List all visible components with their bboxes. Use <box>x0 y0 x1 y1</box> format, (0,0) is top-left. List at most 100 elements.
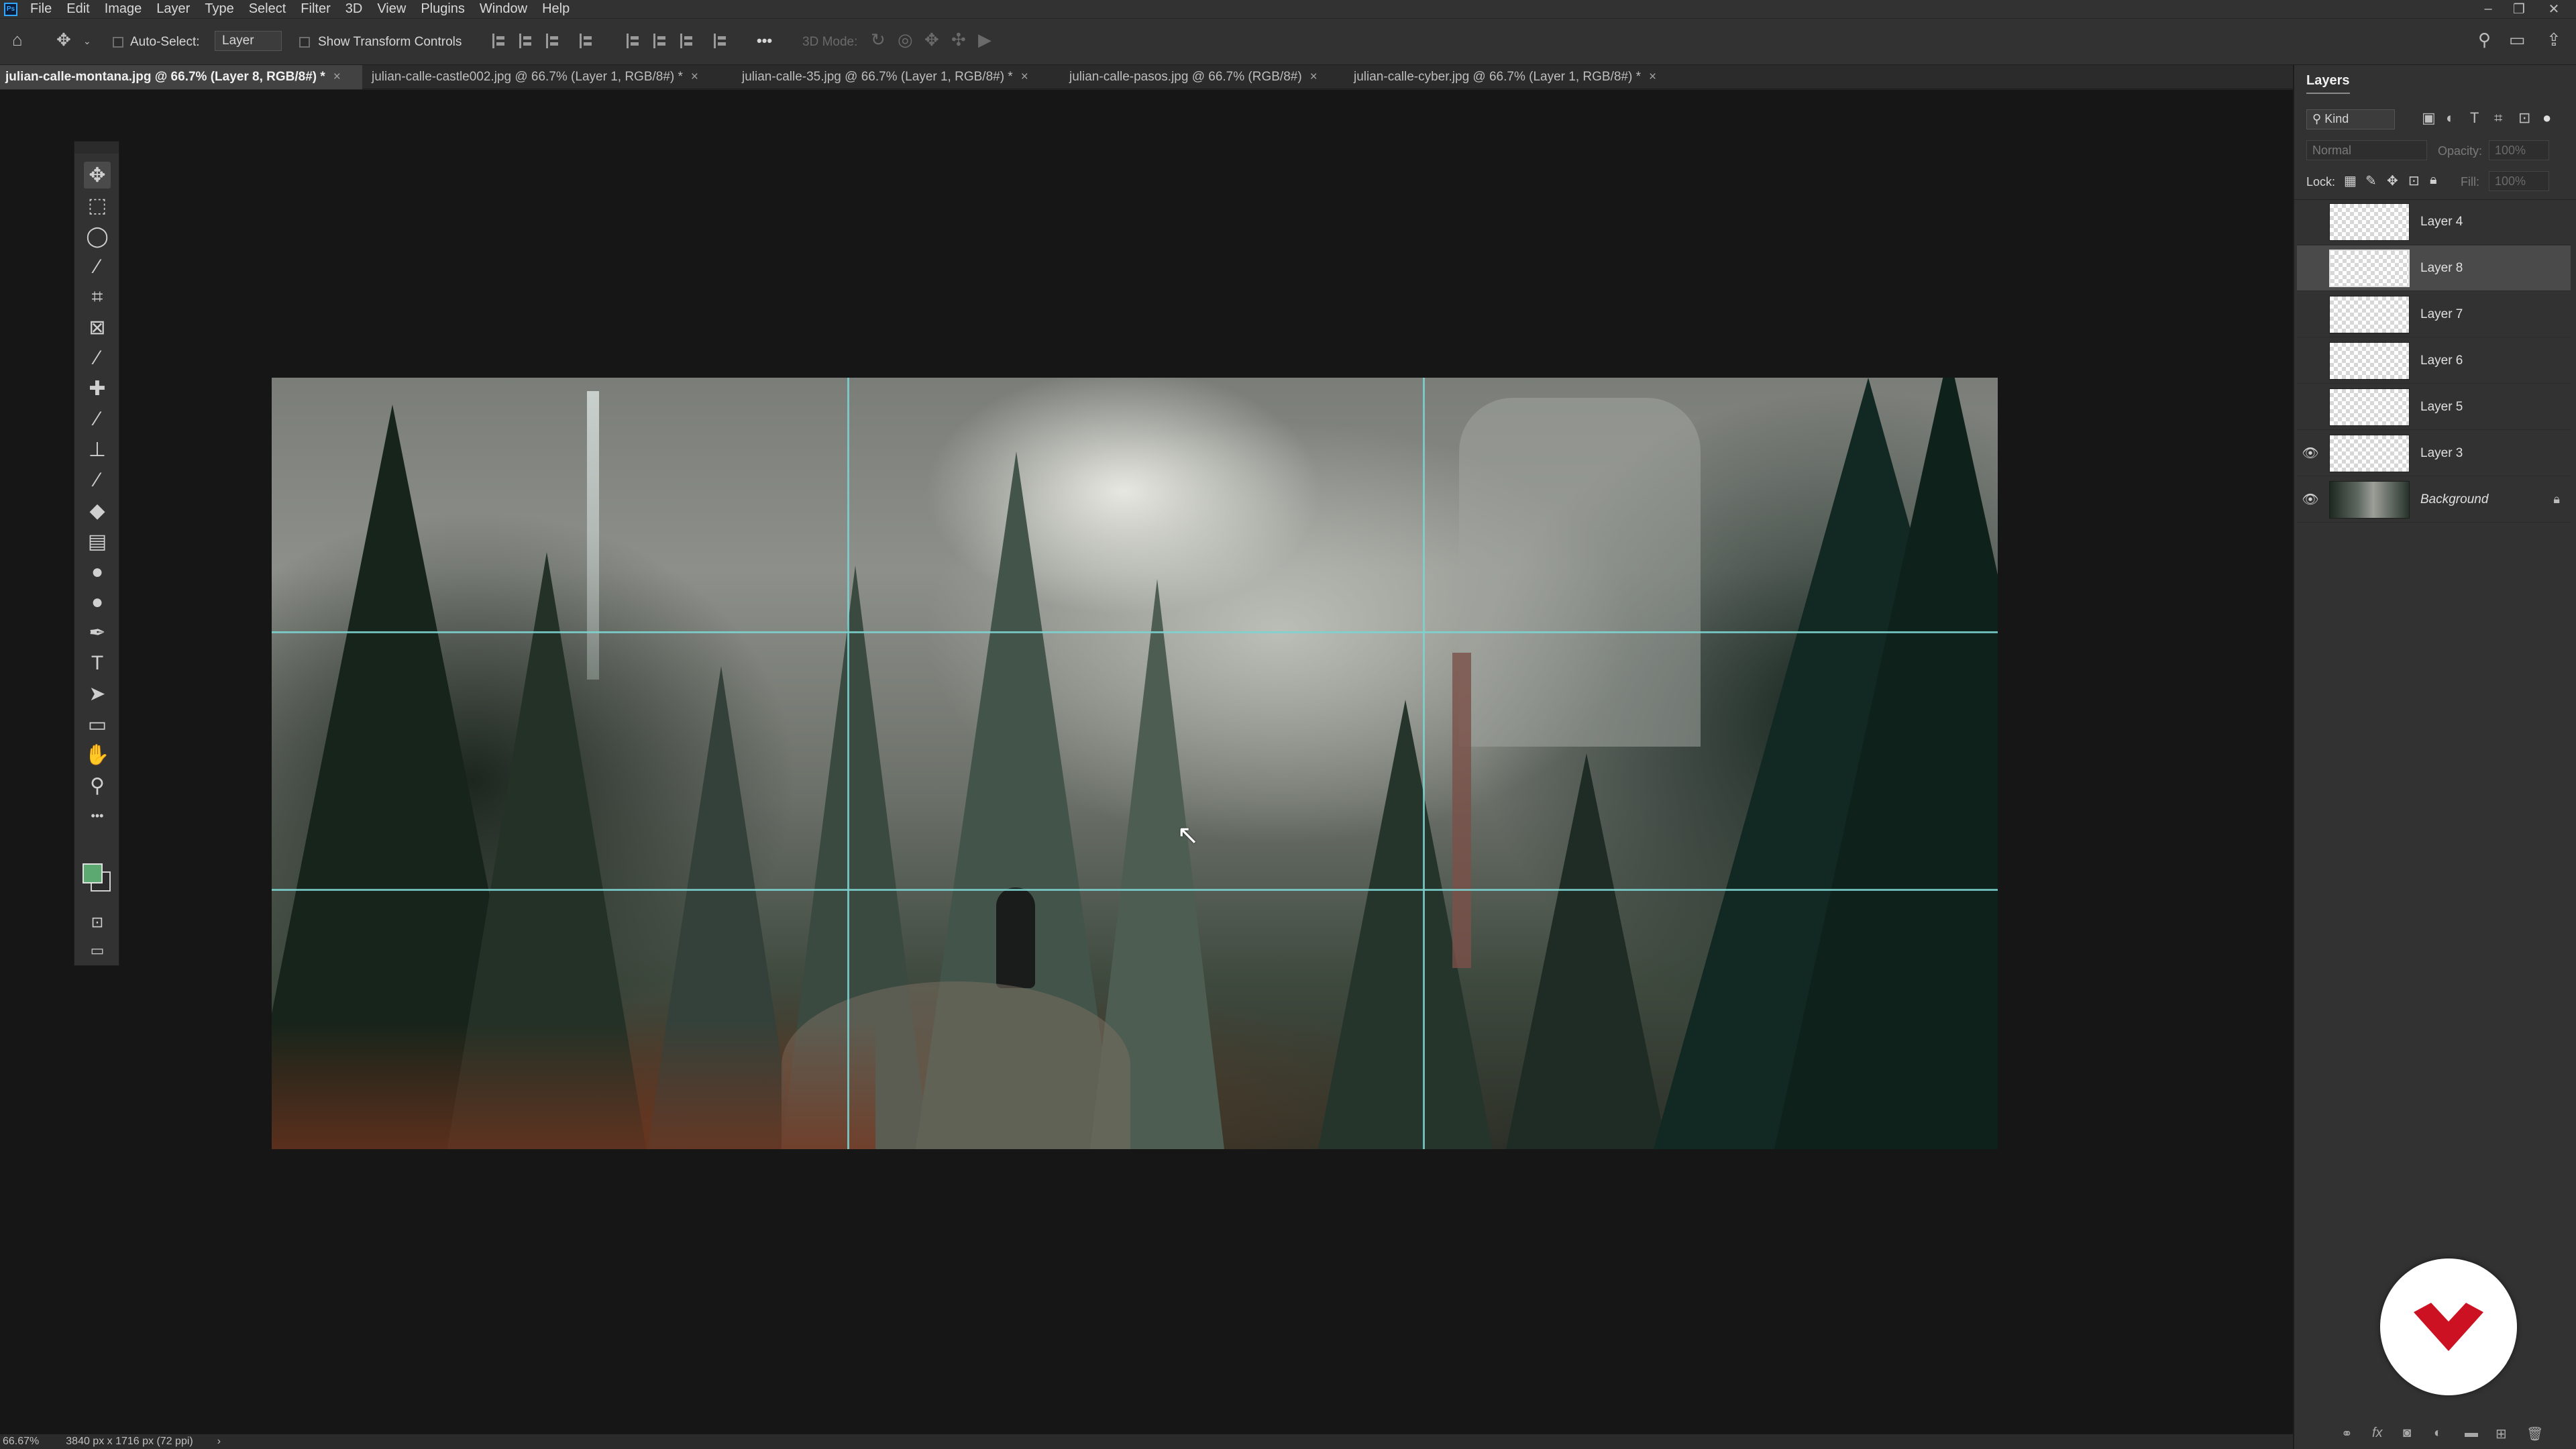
menu-window[interactable]: Window <box>472 1 535 17</box>
layer-name[interactable]: Layer 4 <box>2420 215 2463 229</box>
lock-pixels-icon[interactable]: ✎ <box>2365 172 2377 189</box>
3d-roll-icon[interactable]: ◎ <box>898 30 913 50</box>
status-menu-arrow[interactable]: › <box>217 1436 221 1448</box>
3d-rotate-icon[interactable]: ↻ <box>871 30 885 50</box>
layer-name[interactable]: Layer 8 <box>2420 261 2463 276</box>
layer-row-5[interactable]: Layer 5 <box>2297 384 2571 430</box>
lock-artboard-icon[interactable]: ⊡ <box>2408 172 2420 189</box>
path-selection-tool[interactable]: ➤ <box>84 681 111 708</box>
zoom-tool[interactable]: ⚲ <box>84 772 111 799</box>
close-tab-icon[interactable]: × <box>333 70 341 85</box>
align-middle-icon[interactable] <box>653 34 668 48</box>
menu-help[interactable]: Help <box>535 1 577 17</box>
layer-row-8[interactable]: Layer 8 <box>2297 246 2571 291</box>
menu-image[interactable]: Image <box>97 1 150 17</box>
guide-horizontal-2[interactable] <box>272 889 1998 891</box>
layer-name[interactable]: Background <box>2420 492 2488 507</box>
rectangle-tool[interactable]: ▭ <box>84 711 111 738</box>
fill-input[interactable]: 100% <box>2489 171 2549 191</box>
layer-row-6[interactable]: Layer 6 <box>2297 338 2571 384</box>
filter-adjustment-icon[interactable]: ◐ <box>2446 109 2455 127</box>
tab-35[interactable]: julian-calle-35.jpg @ 66.7% (Layer 1, RG… <box>737 65 1064 89</box>
eye-icon[interactable]: 👁︎ <box>2297 445 2324 462</box>
screen-mode-icon[interactable]: ▭ <box>84 937 111 964</box>
distribute-icon[interactable] <box>580 34 594 48</box>
clone-stamp-tool[interactable]: ⊥ <box>84 437 111 464</box>
layer-row-7[interactable]: Layer 7 <box>2297 292 2571 337</box>
layer-name[interactable]: Layer 7 <box>2420 307 2463 322</box>
lasso-tool[interactable]: ◯ <box>84 223 111 250</box>
crop-tool[interactable]: ⌗ <box>84 284 111 311</box>
minimize-button[interactable]: – <box>2473 0 2504 18</box>
layer-row-4[interactable]: Layer 4 <box>2297 199 2571 245</box>
menu-select[interactable]: Select <box>241 1 294 17</box>
pen-tool[interactable]: ✒ <box>84 620 111 647</box>
layer-name[interactable]: Layer 3 <box>2420 446 2463 461</box>
tab-pasos[interactable]: julian-calle-pasos.jpg @ 66.7% (RGB/8#) × <box>1064 65 1346 89</box>
align-center-icon[interactable] <box>519 34 534 48</box>
gradient-tool[interactable]: ▤ <box>84 528 111 555</box>
layer-name[interactable]: Layer 5 <box>2420 400 2463 415</box>
align-bottom-icon[interactable] <box>680 34 695 48</box>
3d-camera-icon[interactable]: ▶ <box>978 30 991 50</box>
move-tool[interactable]: ✥ <box>84 162 111 189</box>
new-layer-icon[interactable]: ⊞ <box>2496 1426 2507 1442</box>
menu-edit[interactable]: Edit <box>59 1 97 17</box>
menu-filter[interactable]: Filter <box>293 1 337 17</box>
close-tab-icon[interactable]: × <box>1021 70 1028 85</box>
chevron-down-icon[interactable]: ⌄ <box>83 31 91 51</box>
type-tool[interactable]: T <box>84 650 111 677</box>
dodge-tool[interactable]: ● <box>84 589 111 616</box>
zoom-level[interactable]: 66.67% <box>3 1436 39 1448</box>
distribute-vertical-icon[interactable] <box>714 34 729 48</box>
folder-icon[interactable]: ▬ <box>2465 1426 2478 1441</box>
lock-all-icon[interactable]: 🔒︎ <box>2430 172 2437 188</box>
lock-icon[interactable]: 🔒︎ <box>2553 492 2560 506</box>
auto-select-checkbox[interactable] <box>113 37 123 48</box>
mask-icon[interactable]: ◙ <box>2403 1426 2411 1441</box>
healing-brush-tool[interactable]: ✚ <box>84 376 111 402</box>
close-tab-icon[interactable]: × <box>691 70 698 85</box>
workspace-icon[interactable]: ▭ <box>2509 30 2526 50</box>
adjustment-icon[interactable]: ◐ <box>2434 1426 2442 1441</box>
menu-type[interactable]: Type <box>197 1 241 17</box>
layer-name[interactable]: Layer 6 <box>2420 354 2463 368</box>
menu-file[interactable]: File <box>23 1 59 17</box>
blend-mode-dropdown[interactable]: Normal <box>2306 140 2427 160</box>
guide-vertical-1[interactable] <box>847 378 849 1149</box>
edit-toolbar[interactable]: ••• <box>84 803 111 830</box>
filter-type-icon[interactable]: T <box>2470 109 2479 127</box>
opacity-input[interactable]: 100% <box>2489 140 2549 160</box>
restore-button[interactable]: ❐ <box>2504 0 2534 18</box>
auto-select-target-dropdown[interactable]: Layer <box>215 31 282 51</box>
3d-slide-icon[interactable]: ✣ <box>951 30 966 50</box>
share-icon[interactable]: ⇪ <box>2546 30 2561 50</box>
layer-row-background[interactable]: 👁︎ Background 🔒︎ <box>2297 477 2571 523</box>
menu-3d[interactable]: 3D <box>338 1 370 17</box>
eye-icon[interactable]: 👁︎ <box>2297 491 2324 508</box>
filter-shape-icon[interactable]: ⌗ <box>2494 109 2502 127</box>
guide-vertical-2[interactable] <box>1423 378 1425 1149</box>
layer-row-3[interactable]: 👁︎ Layer 3 <box>2297 431 2571 476</box>
close-tab-icon[interactable]: × <box>1310 70 1318 85</box>
align-top-icon[interactable] <box>627 34 641 48</box>
document-canvas[interactable] <box>272 378 1998 1149</box>
3d-pan-icon[interactable]: ✥ <box>924 30 939 50</box>
foreground-color-swatch[interactable] <box>83 863 103 883</box>
eraser-tool[interactable]: ◆ <box>84 498 111 525</box>
tab-cyber[interactable]: julian-calle-cyber.jpg @ 66.7% (Layer 1,… <box>1348 65 1684 89</box>
tab-montana[interactable]: julian-calle-montana.jpg @ 66.7% (Layer … <box>0 65 362 89</box>
lock-position-icon[interactable]: ✥ <box>2387 172 2398 189</box>
filter-pixel-icon[interactable]: ▣ <box>2422 109 2436 127</box>
magic-wand-tool[interactable]: ⁄ <box>84 254 111 280</box>
menu-layer[interactable]: Layer <box>149 1 197 17</box>
toolbar-grip[interactable] <box>74 142 119 154</box>
menu-plugins[interactable]: Plugins <box>413 1 472 17</box>
trash-icon[interactable]: 🗑︎ <box>2526 1426 2543 1442</box>
frame-tool[interactable]: ⊠ <box>84 315 111 341</box>
close-tab-icon[interactable]: × <box>1649 70 1656 85</box>
move-tool-preset-icon[interactable]: ✥ <box>56 30 71 50</box>
align-right-icon[interactable] <box>546 34 561 48</box>
align-left-icon[interactable] <box>492 34 507 48</box>
home-icon[interactable]: ⌂ <box>12 30 23 50</box>
